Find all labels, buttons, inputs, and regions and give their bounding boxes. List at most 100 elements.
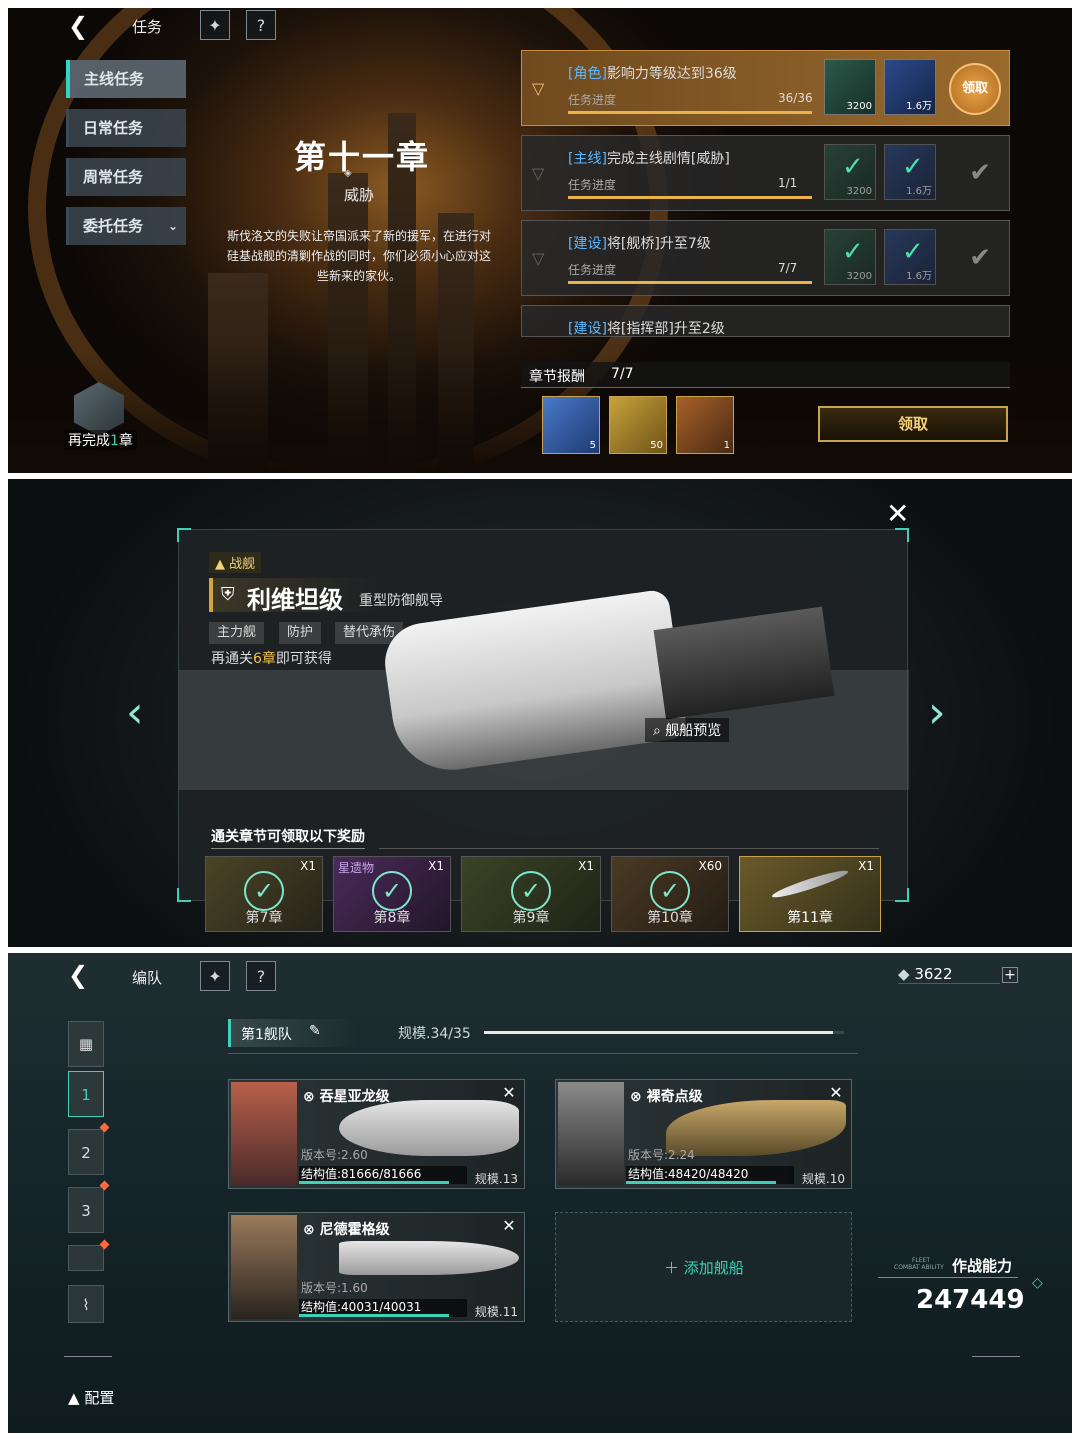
triangle-icon: ▽ xyxy=(532,249,545,268)
reward-item-green: 3200 xyxy=(824,59,876,115)
ship-scale: 规模.11 xyxy=(474,1305,518,1319)
fleet-slot-1[interactable]: 1 xyxy=(68,1071,104,1117)
rewards-title: 通关章节可领取以下奖励 xyxy=(211,826,365,849)
check-icon: ✓ xyxy=(842,152,864,182)
unlock-pre: 再通关 xyxy=(211,651,253,667)
task-row[interactable]: [建设]将[指挥部]升至2级 xyxy=(521,305,1010,337)
stats-button[interactable]: ⌇ xyxy=(68,1285,104,1323)
grid-icon: ▦ xyxy=(78,1035,94,1053)
tab-commission-quests[interactable]: 委托任务 ⌄ xyxy=(66,207,186,245)
power-label: 作战能力 xyxy=(952,1257,1013,1275)
ship-tag: 主力舰 xyxy=(209,622,265,644)
screen-title: 任务 xyxy=(132,18,163,36)
divider xyxy=(972,1356,1020,1357)
fleet-slot-4[interactable] xyxy=(68,1245,104,1271)
task-row[interactable]: ▽ [角色]影响力等级达到36级 任务进度 36/36 3200 1.6万 领取 xyxy=(521,50,1010,126)
scale-bar xyxy=(484,1031,844,1034)
progress-value: 36/36 xyxy=(778,91,813,105)
search-icon: ⌕ xyxy=(653,723,661,739)
task-row[interactable]: ▽ [主线]完成主线剧情[威胁] 任务进度 1/1 3200 ✓ 1.6万 ✓ … xyxy=(521,135,1010,211)
prev-arrow-icon[interactable]: ‹ xyxy=(126,687,144,738)
task-title: [角色]影响力等级达到36级 xyxy=(568,63,737,83)
power-sub2: COMBAT ABILITY xyxy=(894,1264,944,1271)
check-icon: ✓ xyxy=(842,237,864,267)
chapter-reward-card[interactable]: X1 第11章 xyxy=(739,856,881,932)
claim-chapter-reward-button[interactable]: 领取 xyxy=(818,406,1008,442)
next-arrow-icon[interactable]: › xyxy=(928,687,946,738)
ship-engines xyxy=(653,606,835,720)
remaining-chapters: 再完成1章 xyxy=(64,430,137,450)
ship-tag: 防护 xyxy=(279,622,322,644)
progress-bar xyxy=(568,196,812,199)
fleet-slot-3[interactable]: 3 xyxy=(68,1187,104,1233)
ship-card[interactable]: ⊗ 吞星亚龙级 ✕ 版本号:2.60 结构值:81666/81666 规模.13 xyxy=(228,1079,525,1189)
add-ship-label: 添加舰船 xyxy=(683,1259,744,1277)
ship-preview-screen: ✕ ▲ 战舰 ⛨ 利维坦级 重型防御舰导 主力舰 防护 替代承伤 再通关6章即可… xyxy=(8,479,1072,947)
progress-bar xyxy=(568,281,812,284)
tab-daily-quests[interactable]: 日常任务 xyxy=(66,109,186,147)
ship-name-text: 尼德霍格级 xyxy=(319,1222,390,1238)
triangle-icon: ▽ xyxy=(532,164,545,183)
reward-label: 第7章 xyxy=(245,910,283,926)
ship-preview-button[interactable]: ⌕ 舰船预览 xyxy=(645,718,730,742)
edit-icon[interactable]: ✎ xyxy=(309,1023,321,1039)
ship-scale: 规模.13 xyxy=(474,1172,518,1186)
reward-qty: X60 xyxy=(698,859,723,873)
chapter-reward-card[interactable]: X1 ✓ 第9章 xyxy=(461,856,601,932)
chapter-reward-card[interactable]: X1 ✓ 第7章 xyxy=(205,856,323,932)
claim-button[interactable]: 领取 xyxy=(949,63,1001,115)
ship-type-badge: ▲ 战舰 xyxy=(209,552,262,573)
progress-value: 1/1 xyxy=(778,176,798,190)
add-currency-button[interactable]: + xyxy=(1002,967,1018,983)
remaining-post: 章 xyxy=(118,433,133,449)
tab-label: 委托任务 xyxy=(83,217,144,235)
ship-name-text: 裸奇点级 xyxy=(646,1089,703,1105)
config-label: 配置 xyxy=(84,1389,115,1407)
screen-title: 编队 xyxy=(132,969,163,987)
chapter-reward-card[interactable]: 星遗物 X1 ✓ 第8章 xyxy=(333,856,451,932)
back-icon[interactable]: ❮ xyxy=(68,961,88,989)
ship-name: ⊗ 吞星亚龙级 xyxy=(303,1086,390,1106)
ship-hull xyxy=(379,588,689,778)
chapter-reward-card[interactable]: X60 ✓ 第10章 xyxy=(611,856,729,932)
fleet-scale: 规模.34/35 xyxy=(398,1026,471,1042)
add-ship-button[interactable]: ＋ 添加舰船 xyxy=(664,1257,744,1278)
rocket-icon[interactable]: ✦ xyxy=(200,10,230,40)
reward-chest[interactable]: 1 xyxy=(676,396,734,454)
ship-name: ⊗ 尼德霍格级 xyxy=(303,1219,390,1239)
plus-icon: ＋ xyxy=(664,1259,680,1277)
reward-item-blue: 1.6万 xyxy=(884,59,936,115)
add-ship-slot[interactable]: ＋ 添加舰船 xyxy=(555,1212,852,1322)
ship-name: ⊗ 裸奇点级 xyxy=(630,1086,703,1106)
remove-ship-icon[interactable]: ✕ xyxy=(500,1217,518,1235)
help-icon[interactable]: ? xyxy=(246,961,276,991)
config-button[interactable]: ▲ 配置 xyxy=(68,1387,114,1408)
tab-main-quests[interactable]: 主线任务 xyxy=(66,60,186,98)
ship-card[interactable]: ⊗ 裸奇点级 ✕ 版本号:2.24 结构值:48420/48420 规模.10 xyxy=(555,1079,852,1189)
currency-value: 3622 xyxy=(914,965,953,983)
corner-decoration xyxy=(895,888,909,902)
close-icon[interactable]: ✕ xyxy=(886,497,909,530)
back-icon[interactable]: ❮ xyxy=(68,12,88,40)
ship-scale: 规模.10 xyxy=(801,1172,845,1186)
unlock-hint: 再通关6章即可获得 xyxy=(211,648,332,668)
unlock-num: 6章 xyxy=(253,651,276,667)
rocket-icon[interactable]: ✦ xyxy=(200,961,230,991)
remove-ship-icon[interactable]: ✕ xyxy=(827,1084,845,1102)
reward-cube[interactable]: 5 xyxy=(542,396,600,454)
reward-gold-bars[interactable]: 50 xyxy=(609,396,667,454)
task-row[interactable]: ▽ [建设]将[舰桥]升至7级 任务进度 7/7 3200 ✓ 1.6万 ✓ ✔ xyxy=(521,220,1010,296)
ship-card[interactable]: ⊗ 尼德霍格级 ✕ 版本号:1.60 结构值:40031/40031 规模.11 xyxy=(228,1212,525,1322)
fleet-slot-2[interactable]: 2 xyxy=(68,1129,104,1175)
unlock-post: 即可获得 xyxy=(275,651,332,667)
tab-weekly-quests[interactable]: 周常任务 xyxy=(66,158,186,196)
help-icon[interactable]: ? xyxy=(246,10,276,40)
remove-ship-icon[interactable]: ✕ xyxy=(500,1084,518,1102)
shield-icon: ⛨ xyxy=(221,584,235,605)
ship-hp-text: 结构值:48420/48420 xyxy=(628,1167,749,1181)
grid-view-button[interactable]: ▦ xyxy=(68,1021,104,1067)
target-icon: ⊗ xyxy=(630,1089,642,1105)
tasks-screen: ❮ 任务 ✦ ? 主线任务 日常任务 周常任务 委托任务 ⌄ 第十一章 ◈ 威胁 … xyxy=(8,8,1072,473)
ship-image xyxy=(339,1241,519,1275)
fleet-name-box[interactable]: 第1舰队 ✎ xyxy=(228,1019,358,1047)
